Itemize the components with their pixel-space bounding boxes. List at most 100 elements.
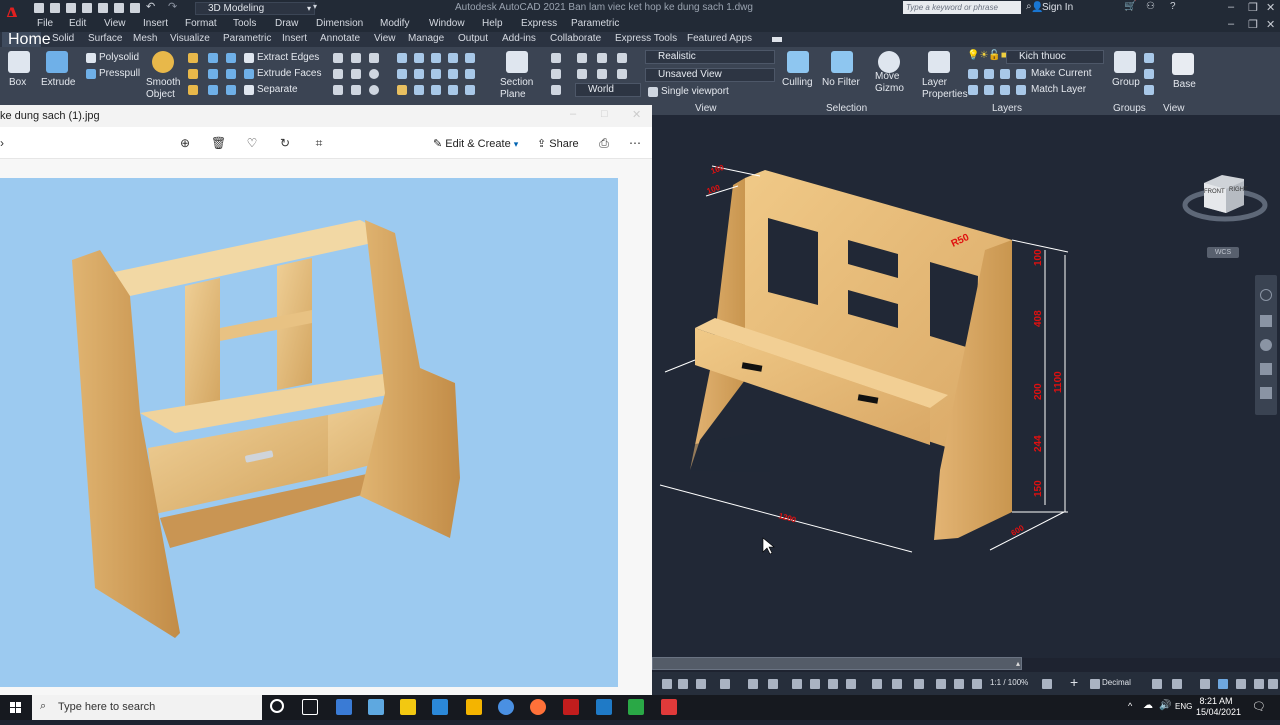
union-icon[interactable]	[208, 53, 218, 63]
layer-thaw-icon[interactable]	[1000, 85, 1010, 95]
osnap-icon[interactable]	[768, 679, 778, 689]
join-icon[interactable]	[465, 85, 475, 95]
culling-icon[interactable]	[787, 51, 809, 73]
redo-icon[interactable]: ↷	[168, 0, 177, 13]
tab-manage[interactable]: Manage	[408, 33, 444, 44]
maximize-icon[interactable]: ❐	[1248, 1, 1258, 14]
edge-icon[interactable]	[368, 699, 384, 715]
pan-icon[interactable]	[1260, 315, 1272, 327]
sign-in-button[interactable]: Sign In	[1042, 2, 1073, 13]
showmotion-icon[interactable]	[1260, 387, 1272, 399]
ucs-world-dropdown[interactable]: World	[575, 83, 641, 97]
menu-tools[interactable]: Tools	[233, 18, 256, 29]
rectangle-icon[interactable]	[351, 69, 361, 79]
language-indicator[interactable]: ENG	[1175, 702, 1192, 711]
tab-express-tools[interactable]: Express Tools	[615, 33, 677, 44]
layer-unlock-icon[interactable]	[1016, 85, 1026, 95]
photo-viewer-taskbar-icon[interactable]	[596, 699, 612, 715]
save-web-icon[interactable]	[114, 3, 124, 13]
gizmo-icon[interactable]	[936, 679, 946, 689]
menu-dimension[interactable]: Dimension	[316, 18, 363, 29]
task-view-icon[interactable]	[302, 699, 318, 715]
chamfer-icon[interactable]	[448, 85, 458, 95]
minimize-icon[interactable]: –	[1228, 1, 1234, 13]
extrude-icon[interactable]	[46, 51, 68, 73]
menu-icon[interactable]	[1268, 679, 1278, 689]
save-as-icon[interactable]	[82, 3, 92, 13]
circle-icon[interactable]	[369, 69, 379, 79]
annotation-visibility-icon[interactable]	[954, 679, 964, 689]
match-layer-button[interactable]: Match Layer	[1031, 84, 1086, 95]
quick-properties-icon[interactable]	[1152, 679, 1162, 689]
extrude-faces-button[interactable]: Extrude Faces	[257, 68, 321, 79]
erase-icon[interactable]	[397, 85, 407, 95]
isolate-objects-icon[interactable]	[1200, 679, 1210, 689]
layer-lock-icon[interactable]	[1016, 69, 1026, 79]
cart-icon[interactable]: 🛒	[1124, 1, 1136, 12]
doc-minimize-icon[interactable]: –	[1228, 18, 1234, 30]
command-line-input[interactable]	[652, 657, 1022, 670]
viewcube-front-label[interactable]: FRONT	[1204, 189, 1225, 195]
clock[interactable]: 8:21 AM 15/04/2021	[1196, 696, 1241, 718]
connect-icon[interactable]: ⚇	[1146, 1, 1155, 12]
favorite-icon[interactable]: ♡	[245, 136, 259, 150]
fillet-icon[interactable]	[465, 53, 475, 63]
menu-file[interactable]: File	[37, 18, 53, 29]
panel-title-view[interactable]: View	[695, 103, 717, 114]
tab-visualize[interactable]: Visualize	[170, 33, 210, 44]
panel-title-selection[interactable]: Selection	[826, 103, 867, 114]
ucs-3point-icon[interactable]	[577, 53, 587, 63]
cortana-icon[interactable]	[270, 699, 284, 713]
extract-edges-button[interactable]: Extract Edges	[257, 52, 319, 63]
layer-properties-button[interactable]: Layer Properties	[922, 77, 968, 101]
layer-dropdown[interactable]: Kich thuoc	[1006, 50, 1104, 64]
tab-output[interactable]: Output	[458, 33, 488, 44]
recorder-icon[interactable]	[661, 699, 677, 715]
no-filter-button[interactable]: No Filter	[822, 77, 860, 88]
mirror-icon[interactable]	[448, 53, 458, 63]
tab-collaborate[interactable]: Collaborate	[550, 33, 601, 44]
open-file-icon[interactable]	[50, 3, 60, 13]
ucs-x-icon[interactable]	[597, 53, 607, 63]
wcs-menu-button[interactable]: WCS	[1207, 247, 1239, 258]
line-icon[interactable]	[333, 53, 343, 63]
doc-close-icon[interactable]: ✕	[1266, 18, 1275, 31]
polyline-icon[interactable]	[351, 53, 361, 63]
make-current-button[interactable]: Make Current	[1031, 68, 1092, 79]
layer-freeze-icon[interactable]	[1000, 69, 1010, 79]
panel-title-view-2[interactable]: View	[1163, 103, 1185, 114]
save-icon[interactable]	[66, 3, 76, 13]
menu-edit[interactable]: Edit	[69, 18, 86, 29]
rectangle-tool-icon[interactable]	[351, 85, 361, 95]
ucs-face-icon[interactable]	[617, 69, 627, 79]
no-filter-icon[interactable]	[831, 51, 853, 73]
annotation-scale[interactable]: 1:1 / 100%	[990, 678, 1028, 687]
panel-title-layers[interactable]: Layers	[992, 103, 1022, 114]
steering-wheel-icon[interactable]	[1260, 289, 1272, 301]
share-button[interactable]: ⇪ Share	[537, 137, 579, 150]
tab-annotate[interactable]: Annotate	[320, 33, 360, 44]
stretch-icon[interactable]	[414, 69, 424, 79]
arc-icon[interactable]	[369, 53, 379, 63]
crop-icon[interactable]: ⌗	[312, 136, 326, 150]
align-icon[interactable]	[431, 85, 441, 95]
menu-parametric[interactable]: Parametric	[571, 18, 619, 29]
snap-icon[interactable]	[696, 679, 706, 689]
presspull-button[interactable]: Presspull	[99, 68, 140, 79]
selection-filter-icon[interactable]	[914, 679, 924, 689]
polygon-icon[interactable]	[333, 85, 343, 95]
tab-featured-apps[interactable]: Featured Apps	[687, 33, 752, 44]
network-icon[interactable]: ☁	[1143, 700, 1153, 711]
trim-icon[interactable]	[431, 53, 441, 63]
mesh-tool-icon-3[interactable]	[188, 85, 198, 95]
open-web-icon[interactable]	[98, 3, 108, 13]
calculator-icon[interactable]	[336, 699, 352, 715]
group-edit-icon[interactable]	[1144, 69, 1154, 79]
file-explorer-icon[interactable]	[466, 699, 482, 715]
polysolid-button[interactable]: Polysolid	[99, 52, 139, 63]
mesh-tool-icon-1[interactable]	[188, 53, 198, 63]
tab-mesh[interactable]: Mesh	[133, 33, 157, 44]
layer-on-icon[interactable]	[968, 85, 978, 95]
panel-title-groups[interactable]: Groups	[1113, 103, 1146, 114]
doc-restore-icon[interactable]: ❐	[1248, 18, 1258, 31]
